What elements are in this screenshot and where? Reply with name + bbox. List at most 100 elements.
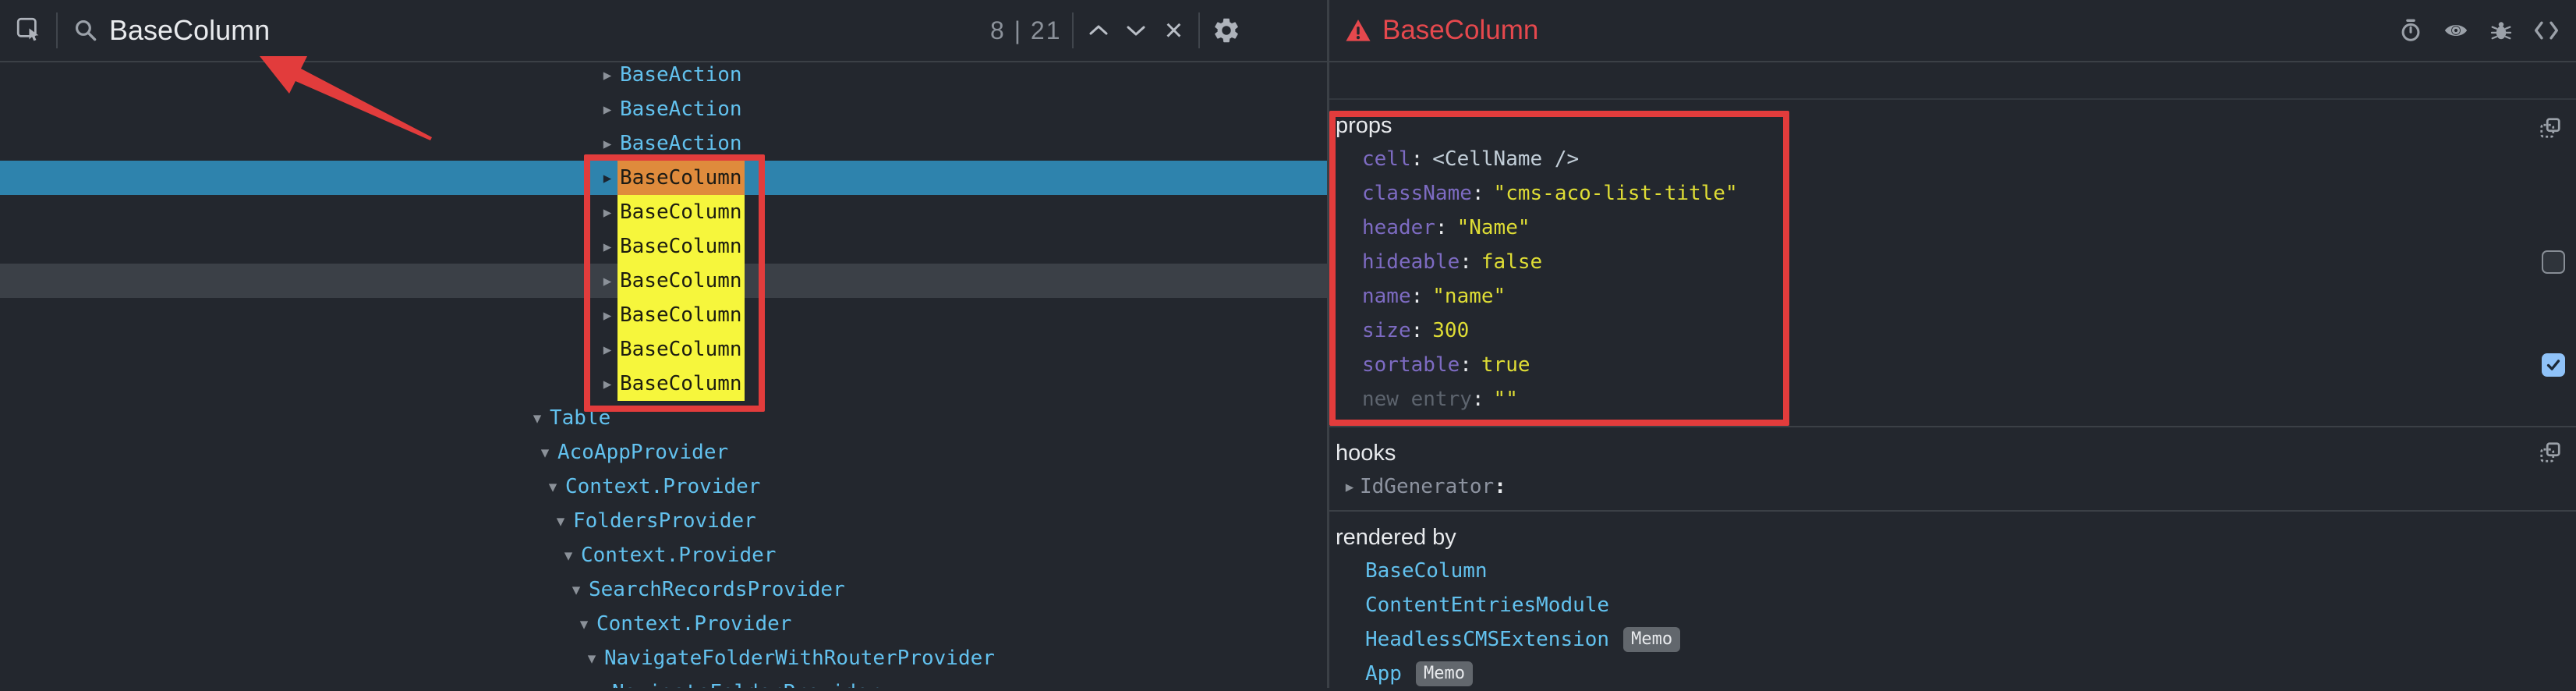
- tree-row[interactable]: ▾Context.Provider: [0, 607, 1327, 641]
- owner-component-link[interactable]: BaseColumn: [1365, 559, 1488, 583]
- tree-row[interactable]: ▾NavigateFolderWithRouterProvider: [0, 641, 1327, 675]
- chevron-expanded-icon[interactable]: ▾: [543, 477, 563, 496]
- component-name: BaseColumn: [617, 229, 745, 264]
- tree-row[interactable]: ▾FoldersProvider: [0, 504, 1327, 538]
- prop-value[interactable]: true: [1481, 353, 1530, 377]
- prop-value[interactable]: false: [1481, 250, 1542, 274]
- eye-icon: [2443, 18, 2468, 43]
- view-source-button[interactable]: [2528, 9, 2565, 52]
- chevron-expanded-icon[interactable]: ▾: [527, 409, 547, 427]
- tree-row[interactable]: ▾NavigateFolderProvider: [0, 675, 1327, 688]
- tree-row[interactable]: ▾Context.Provider: [0, 470, 1327, 504]
- chevron-collapsed-icon[interactable]: ▸: [1339, 477, 1360, 496]
- prop-row: name: "name": [1329, 279, 2576, 314]
- chevron-collapsed-icon[interactable]: ▸: [597, 66, 617, 84]
- prop-colon: :: [1472, 388, 1484, 411]
- copy-icon: [2539, 116, 2564, 140]
- tree-row[interactable]: ▾Context.Provider: [0, 538, 1327, 572]
- prop-value[interactable]: <CellName />: [1432, 147, 1579, 171]
- selected-component-title: BaseColumn: [1382, 15, 1538, 46]
- chevron-expanded-icon[interactable]: ▾: [566, 580, 586, 599]
- chevron-expanded-icon[interactable]: ▾: [582, 649, 602, 668]
- prop-colon: :: [1460, 353, 1472, 377]
- chevron-collapsed-icon[interactable]: ▸: [597, 100, 617, 119]
- prop-key: cell: [1362, 147, 1411, 171]
- prop-colon: :: [1460, 250, 1472, 274]
- component-tree: ▸BaseAction▸BaseAction▸BaseAction▸BaseCo…: [0, 64, 1327, 688]
- tree-row[interactable]: ▸BaseAction: [0, 92, 1327, 126]
- hook-colon: :: [1494, 475, 1506, 498]
- memo-badge: Memo: [1623, 627, 1680, 652]
- chevron-collapsed-icon[interactable]: ▸: [597, 134, 617, 153]
- owner-component-link[interactable]: App: [1365, 662, 1402, 686]
- tree-row[interactable]: ▸BaseColumn: [0, 367, 1327, 401]
- hook-row[interactable]: ▸IdGenerator:: [1329, 470, 2576, 504]
- rendered-by-item[interactable]: ContentEntriesModule: [1329, 588, 2576, 622]
- props-section-label: props: [1329, 112, 2576, 142]
- component-name: Table: [547, 401, 613, 435]
- chevron-expanded-icon[interactable]: ▾: [550, 512, 571, 530]
- chevron-collapsed-icon[interactable]: ▸: [597, 271, 617, 290]
- chevron-collapsed-icon[interactable]: ▸: [597, 203, 617, 221]
- bug-icon: [2489, 19, 2513, 42]
- suspend-component-button[interactable]: [2392, 9, 2429, 52]
- tree-row[interactable]: ▸BaseAction: [0, 64, 1327, 92]
- hook-name: IdGenerator: [1360, 475, 1494, 498]
- rendered-by-item[interactable]: HeadlessCMSExtension Memo: [1329, 622, 2576, 657]
- prop-value[interactable]: "": [1494, 388, 1518, 411]
- copy-props-button[interactable]: [2539, 115, 2564, 140]
- boolean-editor-checkbox[interactable]: [2542, 353, 2565, 377]
- component-name: BaseAction: [617, 126, 745, 161]
- chevron-expanded-icon[interactable]: ▾: [558, 546, 579, 565]
- prop-value[interactable]: "cms-aco-list-title": [1494, 182, 1738, 205]
- prop-value[interactable]: 300: [1432, 319, 1469, 342]
- tree-row[interactable]: ▾AcoAppProvider: [0, 435, 1327, 470]
- chevron-collapsed-icon[interactable]: ▸: [597, 374, 617, 393]
- owner-component-link[interactable]: HeadlessCMSExtension: [1365, 628, 1609, 651]
- props-rows: cell: <CellName /> className: "cms-aco-li…: [1329, 142, 2576, 416]
- rendered-by-item[interactable]: BaseColumn: [1329, 554, 2576, 588]
- inspect-dom-element-button[interactable]: [2437, 9, 2475, 52]
- search-results-count: 8 | 21: [990, 16, 1061, 45]
- chevron-collapsed-icon[interactable]: ▸: [597, 306, 617, 324]
- details-header: BaseColumn: [1329, 0, 2576, 62]
- component-name: BaseColumn: [617, 161, 745, 195]
- clear-search-button[interactable]: ×: [1155, 9, 1192, 52]
- search-input[interactable]: [109, 7, 990, 54]
- boolean-editor-checkbox[interactable]: [2542, 250, 2565, 274]
- settings-button[interactable]: [1206, 9, 1247, 52]
- tree-row[interactable]: ▸BaseColumn: [0, 161, 1327, 195]
- tree-row[interactable]: ▸BaseColumn: [0, 195, 1327, 229]
- tree-row[interactable]: ▾SearchRecordsProvider: [0, 572, 1327, 607]
- tree-row[interactable]: ▸BaseColumn: [0, 298, 1327, 332]
- owner-component-link[interactable]: ContentEntriesModule: [1365, 594, 1609, 617]
- tree-row[interactable]: ▸BaseAction: [0, 126, 1327, 161]
- tree-row[interactable]: ▸BaseColumn: [0, 332, 1327, 367]
- component-name: BaseColumn: [617, 332, 745, 367]
- chevron-collapsed-icon[interactable]: ▸: [597, 237, 617, 256]
- chevron-collapsed-icon[interactable]: ▸: [597, 340, 617, 359]
- rendered-by-item[interactable]: AppMemo: [1329, 657, 2576, 691]
- next-result-button[interactable]: [1117, 9, 1155, 52]
- component-name: Context.Provider: [563, 470, 763, 504]
- toolbar-divider: [56, 12, 58, 48]
- tree-row[interactable]: ▸BaseColumn: [0, 264, 1327, 298]
- chevron-collapsed-icon[interactable]: ▸: [597, 168, 617, 187]
- tree-row[interactable]: ▾Table: [0, 401, 1327, 435]
- component-name: BaseColumn: [617, 367, 745, 401]
- prop-value[interactable]: "name": [1432, 285, 1506, 308]
- inspect-element-button[interactable]: [9, 9, 50, 52]
- chevron-expanded-icon[interactable]: ▾: [574, 615, 594, 633]
- copy-hooks-button[interactable]: [2539, 440, 2564, 465]
- log-component-data-button[interactable]: [2482, 9, 2520, 52]
- chevron-expanded-icon[interactable]: ▾: [589, 683, 610, 688]
- tree-row[interactable]: ▸BaseColumn: [0, 229, 1327, 264]
- component-name: BaseAction: [617, 64, 745, 92]
- chevron-expanded-icon[interactable]: ▾: [535, 443, 555, 462]
- react-devtools-components-panel: 8 | 21 ×: [0, 0, 2576, 688]
- prop-row: hideable: false: [1329, 245, 2576, 279]
- prop-value[interactable]: "Name": [1457, 216, 1530, 239]
- props-section: props cell: <CellName /> className: "cms-…: [1329, 100, 2576, 427]
- prop-row: className: "cms-aco-list-title": [1329, 176, 2576, 211]
- previous-result-button[interactable]: [1080, 9, 1117, 52]
